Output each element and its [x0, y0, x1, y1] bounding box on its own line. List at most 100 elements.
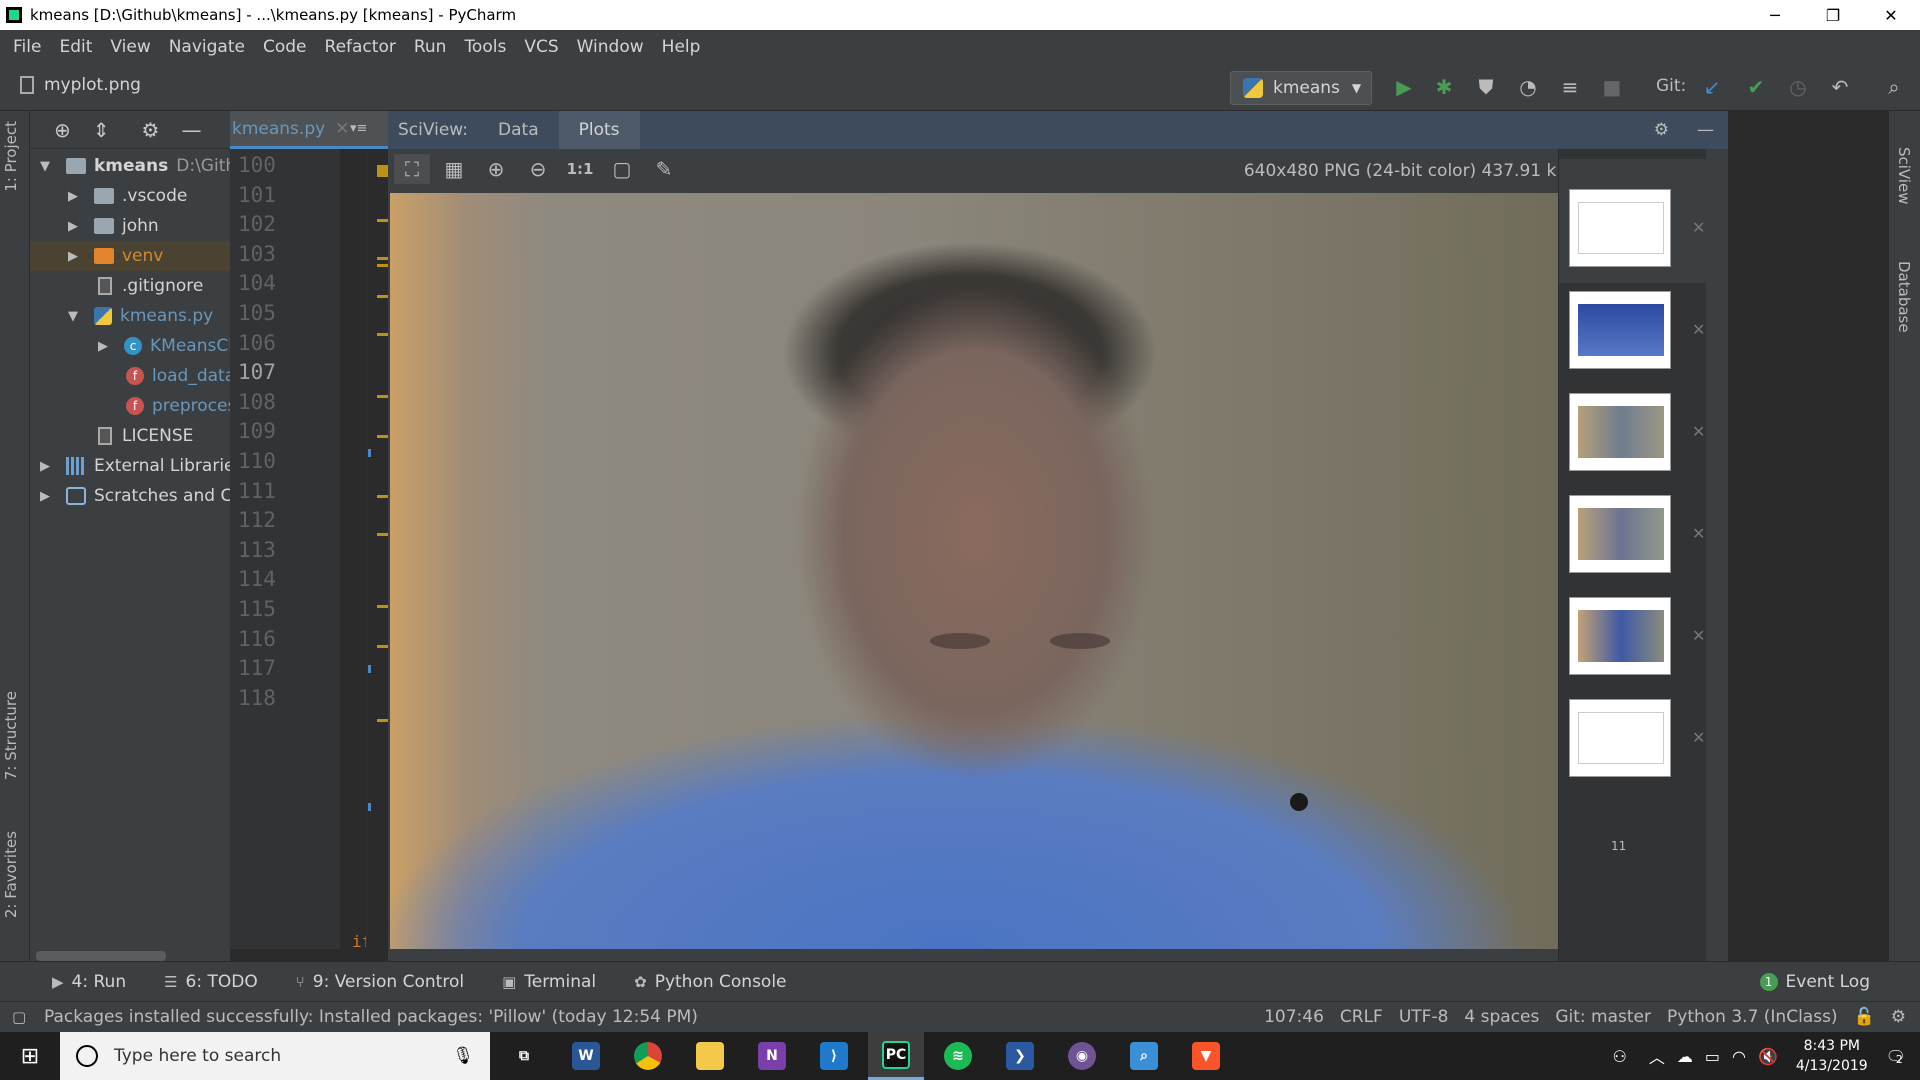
menu-run[interactable]: Run — [411, 37, 450, 57]
volume-icon[interactable]: 🔇 — [1758, 1047, 1778, 1066]
menu-tools[interactable]: Tools — [461, 37, 509, 57]
breadcrumb[interactable]: myplot.png — [20, 75, 141, 95]
zoom-in-icon[interactable]: ⊕ — [478, 154, 514, 184]
close-icon[interactable]: ✕ — [1692, 626, 1705, 645]
people-icon[interactable]: ⚇ — [1613, 1047, 1627, 1066]
taskbar-word[interactable]: W — [558, 1032, 614, 1080]
taskbar-onenote[interactable]: N — [744, 1032, 800, 1080]
color-picker-icon[interactable]: ✎ — [646, 154, 682, 184]
run-tool-button[interactable]: ▶ 4: Run — [52, 972, 126, 992]
line-separator[interactable]: CRLF — [1340, 1007, 1383, 1027]
restore-button[interactable]: ❐ — [1804, 0, 1862, 30]
git-branch[interactable]: Git: master — [1555, 1007, 1651, 1027]
notifications-button[interactable]: 🗨 2 — [1886, 1047, 1906, 1066]
close-icon[interactable]: ✕ — [1692, 524, 1705, 543]
taskbar-search-app[interactable]: ⌕ — [1116, 1032, 1172, 1080]
menu-help[interactable]: Help — [659, 37, 704, 57]
coverage-icon[interactable]: ⛊ — [1474, 75, 1498, 99]
favorites-tool-tab[interactable]: 2: Favorites — [2, 831, 20, 918]
plot-thumbnail[interactable]: ✕ — [1569, 189, 1705, 267]
tree-item-license[interactable]: LICENSE — [98, 421, 193, 451]
info-marker[interactable] — [368, 803, 371, 811]
plot-thumbnail[interactable]: ✕ — [1569, 699, 1705, 777]
git-update-icon[interactable]: ↙ — [1700, 75, 1724, 99]
run-configuration-dropdown[interactable]: kmeans ▼ — [1230, 71, 1372, 105]
debug-icon[interactable]: ✱ — [1432, 75, 1456, 99]
lock-icon[interactable]: 🔓 — [1854, 1007, 1875, 1027]
tree-item-preprocess[interactable]: f preproces — [126, 391, 230, 421]
taskbar-github[interactable]: ◉ — [1054, 1032, 1110, 1080]
clock[interactable]: 8:43 PM 4/13/2019 — [1796, 1036, 1868, 1076]
tree-item-scratches[interactable]: ▶ Scratches and Co — [40, 481, 230, 511]
tree-item-gitignore[interactable]: .gitignore — [98, 271, 203, 301]
close-tab-icon[interactable]: ✕ — [335, 119, 349, 139]
database-tool-tab[interactable]: Database — [1895, 261, 1913, 333]
grid-icon[interactable]: ▦ — [436, 154, 472, 184]
taskbar-powershell[interactable]: ❯ — [992, 1032, 1048, 1080]
menu-code[interactable]: Code — [260, 37, 310, 57]
onedrive-icon[interactable]: ☁ — [1677, 1047, 1693, 1066]
zoom-out-icon[interactable]: ⊖ — [520, 154, 556, 184]
event-log-button[interactable]: 1 Event Log — [1759, 972, 1870, 992]
rollback-icon[interactable]: ↶ — [1828, 75, 1852, 99]
indent-setting[interactable]: 4 spaces — [1464, 1007, 1539, 1027]
locate-icon[interactable]: ⊕ — [54, 118, 71, 142]
structure-tool-tab[interactable]: 7: Structure — [2, 691, 20, 780]
close-button[interactable]: ✕ — [1862, 0, 1920, 30]
menu-vcs[interactable]: VCS — [521, 37, 561, 57]
collapse-all-icon[interactable]: ⇕ — [93, 118, 110, 142]
wifi-icon[interactable]: ◠ — [1732, 1047, 1746, 1066]
plot-thumbnail[interactable]: ✕ — [1569, 291, 1705, 369]
close-icon[interactable]: ✕ — [1692, 728, 1705, 747]
git-history-icon[interactable]: ◷ — [1786, 75, 1810, 99]
stop-icon[interactable]: ■ — [1600, 75, 1624, 99]
horizontal-scrollbar[interactable] — [36, 951, 166, 961]
taskbar-vscode[interactable]: ⟩ — [806, 1032, 862, 1080]
settings-icon[interactable]: ⚙ — [1891, 1007, 1906, 1027]
python-console-tool-button[interactable]: ✿ Python Console — [634, 972, 786, 992]
close-icon[interactable]: ✕ — [1692, 422, 1705, 441]
terminal-tool-button[interactable]: ▣ Terminal — [502, 972, 596, 992]
tab-data[interactable]: Data — [488, 120, 559, 140]
info-marker[interactable] — [368, 449, 371, 457]
microphone-icon[interactable]: 🎙 — [452, 1046, 474, 1066]
taskbar-brave[interactable]: ▼ — [1178, 1032, 1234, 1080]
run-icon[interactable]: ▶ — [1392, 75, 1416, 99]
tab-list-icon[interactable]: ▾≡ — [350, 121, 367, 136]
tree-item-kmeans-py[interactable]: ▼ kmeans.py — [68, 301, 213, 331]
menu-edit[interactable]: Edit — [56, 37, 95, 57]
tree-item-john[interactable]: ▶ john — [68, 211, 159, 241]
menu-navigate[interactable]: Navigate — [166, 37, 248, 57]
chevron-up-icon[interactable]: ︿ — [1649, 1044, 1665, 1068]
start-button[interactable]: ⊞ — [0, 1032, 60, 1080]
plot-thumbnail[interactable]: ✕ — [1569, 495, 1705, 573]
status-message[interactable]: Packages installed successfully: Install… — [44, 1007, 698, 1027]
file-encoding[interactable]: UTF-8 — [1399, 1007, 1449, 1027]
menu-refactor[interactable]: Refactor — [322, 37, 399, 57]
tree-item-external-libraries[interactable]: ▶ External Libraries — [40, 451, 230, 481]
taskbar-spotify[interactable]: ≋ — [930, 1032, 986, 1080]
project-tool-tab[interactable]: 1: Project — [2, 121, 20, 192]
tree-item-vscode[interactable]: ▶ .vscode — [68, 181, 187, 211]
gear-icon[interactable]: ⚙ — [1640, 120, 1683, 140]
info-marker[interactable] — [368, 665, 371, 673]
task-view-button[interactable]: ⧉ — [496, 1032, 552, 1080]
toggle-tool-windows-icon[interactable]: ▢ — [12, 1008, 26, 1026]
error-stripe[interactable] — [366, 149, 389, 949]
sciview-tool-tab[interactable]: SciView — [1895, 147, 1913, 205]
menu-view[interactable]: View — [107, 37, 153, 57]
menu-window[interactable]: Window — [574, 37, 647, 57]
version-control-tool-button[interactable]: ⑂ 9: Version Control — [296, 972, 464, 992]
battery-icon[interactable]: ▭ — [1705, 1047, 1720, 1066]
tree-item-venv[interactable]: ▶ venv — [30, 241, 230, 271]
tree-item-kmeans-class[interactable]: ▶ c KMeansCl — [98, 331, 230, 361]
taskbar-pycharm[interactable]: PC — [868, 1032, 924, 1080]
caret-position[interactable]: 107:46 — [1264, 1007, 1324, 1027]
tab-plots[interactable]: Plots — [558, 111, 640, 149]
tree-item-kmeans-root[interactable]: ▼ kmeans D:\Githu — [40, 151, 230, 181]
tree-item-load-data[interactable]: f load_data — [126, 361, 230, 391]
gear-icon[interactable]: ⚙ — [142, 118, 160, 142]
python-interpreter[interactable]: Python 3.7 (InClass) — [1667, 1007, 1838, 1027]
todo-tool-button[interactable]: ☰ 6: TODO — [164, 972, 258, 992]
profile-icon[interactable]: ◔ — [1516, 75, 1540, 99]
